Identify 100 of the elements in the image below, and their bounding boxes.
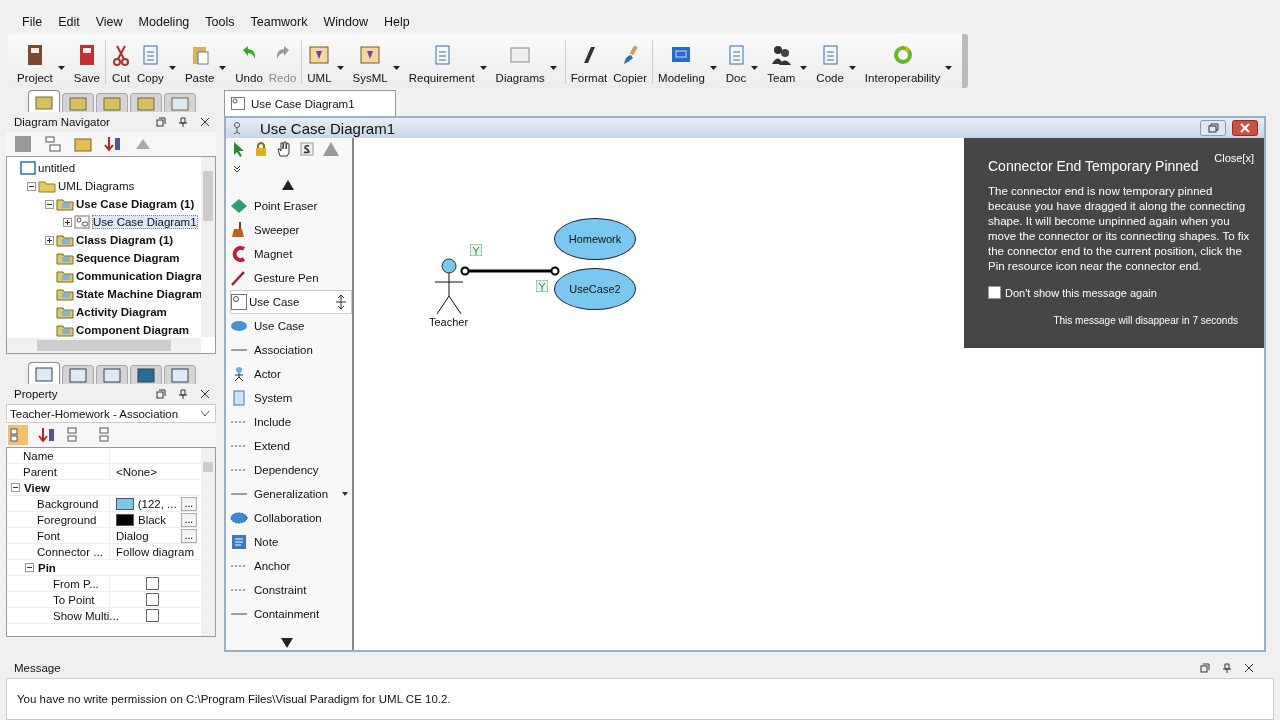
browse-button[interactable]: ...: [180, 512, 197, 527]
toolbar-button[interactable]: Paste: [181, 44, 218, 84]
panel-tab[interactable]: [164, 365, 196, 384]
pin-icon[interactable]: [178, 389, 188, 399]
use-case-ellipse[interactable]: UseCase2: [554, 268, 636, 310]
pointer-icon[interactable]: [232, 141, 246, 157]
close-button[interactable]: [1232, 120, 1258, 136]
tree-item[interactable]: Communication Diagra: [76, 270, 202, 282]
pin-icon[interactable]: [178, 117, 188, 127]
menu-item[interactable]: Teamwork: [242, 15, 316, 29]
panel-tab[interactable]: [28, 90, 60, 112]
palette-tool[interactable]: Actor: [230, 362, 352, 386]
toolbar-button[interactable]: UML: [304, 44, 335, 84]
dropdown-caret-icon[interactable]: [219, 66, 227, 70]
palette-tool[interactable]: Constraint: [230, 578, 352, 602]
checkbox[interactable]: [146, 577, 159, 590]
toolbar-button[interactable]: Modeling: [655, 44, 708, 84]
sort-icon[interactable]: [104, 135, 122, 153]
palette-tool[interactable]: Dependency: [230, 458, 352, 482]
tree-item[interactable]: untitled: [38, 162, 76, 174]
palette-tool[interactable]: Association: [230, 338, 352, 362]
dropdown-caret-icon[interactable]: [392, 66, 400, 70]
tree-item[interactable]: Use Case Diagram (1): [76, 198, 195, 210]
menu-item[interactable]: Edit: [50, 15, 88, 29]
toolbar-button[interactable]: Interoperability: [861, 44, 944, 84]
palette-tool[interactable]: Use Case: [230, 314, 352, 338]
sort-icon[interactable]: [38, 426, 56, 444]
expand-toggle[interactable]: [63, 217, 72, 227]
scroll-down-icon[interactable]: [281, 638, 293, 648]
menu-item[interactable]: View: [87, 15, 131, 29]
tree-item[interactable]: Activity Diagram: [76, 306, 167, 318]
close-icon[interactable]: [200, 117, 210, 127]
menu-item[interactable]: Help: [375, 15, 418, 29]
association-line[interactable]: [460, 265, 560, 277]
scroll-thumb[interactable]: [37, 340, 171, 351]
palette-tool[interactable]: Point Eraser: [230, 194, 352, 218]
dropdown-caret-icon[interactable]: [168, 66, 176, 70]
horizontal-scrollbar[interactable]: [7, 338, 201, 353]
toolbar-button[interactable]: Format: [567, 44, 611, 84]
lock-icon[interactable]: [254, 141, 268, 157]
close-link[interactable]: Close[x]: [1214, 152, 1254, 164]
palette-tool[interactable]: Gesture Pen: [230, 266, 352, 290]
browse-button[interactable]: ...: [180, 528, 197, 543]
collapse-toggle[interactable]: [25, 563, 34, 572]
toolbar-button[interactable]: Cut: [108, 44, 134, 84]
restore-icon[interactable]: [1200, 663, 1210, 673]
palette-tool[interactable]: Generalization: [230, 482, 352, 506]
element-dropdown[interactable]: Teacher-Homework - Association: [6, 404, 216, 423]
restore-button[interactable]: [1200, 120, 1226, 136]
browse-button[interactable]: ...: [180, 496, 197, 511]
dropdown-caret-icon[interactable]: [342, 492, 348, 496]
toolbar-button[interactable]: Doc: [722, 44, 750, 84]
dropdown-caret-icon[interactable]: [57, 66, 65, 70]
use-case-ellipse[interactable]: Homework: [554, 218, 636, 260]
tree-item[interactable]: State Machine Diagram: [76, 288, 203, 300]
palette-tool[interactable]: Sweeper: [230, 218, 352, 242]
chevron-down-icon[interactable]: [232, 164, 242, 174]
vertical-scrollbar[interactable]: [201, 157, 215, 337]
toolbar-button[interactable]: Save: [70, 44, 103, 84]
tree-item[interactable]: Component Diagram: [76, 324, 190, 336]
menu-item[interactable]: File: [14, 15, 51, 29]
tree-item[interactable]: Use Case Diagram1: [92, 215, 198, 229]
scroll-thumb[interactable]: [203, 462, 213, 472]
panel-tab[interactable]: [130, 365, 162, 384]
palette-tool[interactable]: Anchor: [230, 554, 352, 578]
palette-tool[interactable]: System: [230, 386, 352, 410]
toolbar-button[interactable]: Project: [14, 44, 56, 84]
tree-item[interactable]: UML Diagrams: [58, 180, 135, 192]
restore-icon[interactable]: [156, 117, 166, 127]
panel-tab[interactable]: [96, 365, 128, 384]
palette-tool[interactable]: Note: [230, 530, 352, 554]
dropdown-caret-icon[interactable]: [751, 66, 759, 70]
panel-tab[interactable]: [62, 365, 94, 384]
collapse-toggle[interactable]: [27, 181, 36, 191]
toolbar-button[interactable]: Copy: [134, 44, 167, 84]
collapse-toggle[interactable]: [45, 199, 54, 209]
toolbar-button[interactable]: Code: [813, 44, 847, 84]
palette-tool[interactable]: Include: [230, 410, 352, 434]
dropdown-caret-icon[interactable]: [848, 66, 856, 70]
dropdown-caret-icon[interactable]: [479, 66, 487, 70]
close-icon[interactable]: [200, 389, 210, 399]
menu-item[interactable]: Tools: [197, 15, 243, 29]
checkbox[interactable]: [988, 286, 1001, 299]
checkbox[interactable]: [146, 593, 159, 606]
palette-tool[interactable]: Extend: [230, 434, 352, 458]
dropdown-caret-icon[interactable]: [336, 66, 344, 70]
palette-tool[interactable]: Magnet: [230, 242, 352, 266]
expand-toggle[interactable]: [45, 235, 54, 245]
pin-icon[interactable]: [1222, 663, 1232, 673]
toolbar-button[interactable]: Requirement: [405, 44, 478, 84]
toolbar-button[interactable]: Diagrams: [492, 44, 548, 84]
close-icon[interactable]: [1244, 663, 1254, 673]
toolbar-button[interactable]: Undo: [232, 44, 266, 84]
menu-item[interactable]: Window: [315, 15, 376, 29]
dropdown-caret-icon[interactable]: [800, 66, 808, 70]
dropdown-caret-icon[interactable]: [945, 66, 953, 70]
toolbar-button[interactable]: Copier: [610, 44, 651, 84]
restore-icon[interactable]: [156, 389, 166, 399]
triangle-icon[interactable]: [322, 141, 340, 157]
tree-item[interactable]: Class Diagram (1): [76, 234, 174, 246]
